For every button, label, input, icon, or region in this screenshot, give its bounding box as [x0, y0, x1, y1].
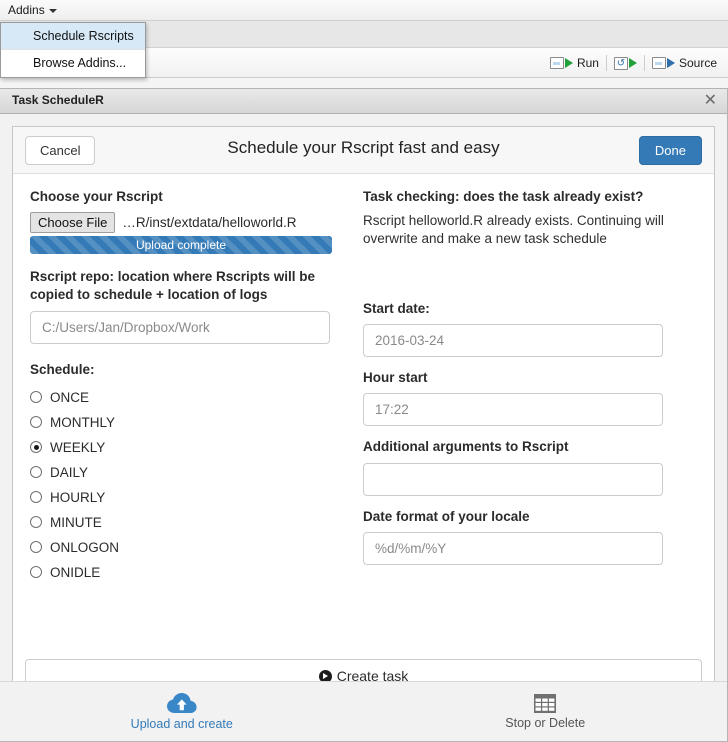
schedule-radio-group: ONCE MONTHLY WEEKLY DAILY HOURLY MINUTE … — [30, 385, 353, 585]
additional-args-field: Additional arguments to Rscript — [363, 438, 705, 496]
ide-editor-toolbar: Run ↺ Source — [543, 48, 724, 78]
radio-option-weekly[interactable]: WEEKLY — [30, 435, 353, 460]
addins-dropdown-menu: Schedule Rscripts Browse Addins... — [0, 22, 146, 78]
hour-start-field: Hour start 17:22 — [363, 369, 705, 427]
rerun-button[interactable]: ↺ — [607, 52, 644, 74]
hour-start-input[interactable]: 17:22 — [363, 393, 663, 427]
radio-option-onlogon[interactable]: ONLOGON — [30, 535, 353, 560]
green-arrow-icon — [564, 58, 573, 68]
radio-icon — [30, 391, 42, 404]
right-column: Task checking: does the task already exi… — [353, 188, 705, 585]
choose-rscript-label: Choose your Rscript — [30, 189, 163, 204]
task-checking-message: Rscript helloworld.R already exists. Con… — [363, 213, 664, 247]
page-title: Schedule your Rscript fast and easy — [227, 138, 500, 157]
upload-progress-label: Upload complete — [135, 238, 227, 253]
done-button[interactable]: Done — [638, 136, 702, 165]
radio-icon-selected — [30, 441, 42, 454]
selected-file-name: …R/inst/extdata/helloworld.R — [122, 215, 297, 231]
schedule-label: Schedule: — [30, 361, 95, 377]
start-date-field: Start date: 2016-03-24 — [363, 300, 705, 358]
task-scheduler-window: Task ScheduleR ✕ Cancel Schedule your Rs… — [0, 88, 728, 742]
run-button[interactable]: Run — [543, 52, 606, 74]
menu-item-schedule-rscripts[interactable]: Schedule Rscripts — [1, 23, 145, 50]
radio-label: WEEKLY — [50, 439, 106, 455]
window-title: Task ScheduleR — [12, 93, 104, 107]
choose-file-button[interactable]: Choose File — [30, 212, 116, 234]
radio-option-once[interactable]: ONCE — [30, 385, 353, 410]
cloud-upload-icon — [166, 692, 197, 714]
radio-option-onidle[interactable]: ONIDLE — [30, 560, 353, 585]
file-input[interactable]: Choose File …R/inst/extdata/helloworld.R — [30, 212, 353, 234]
radio-option-monthly[interactable]: MONTHLY — [30, 410, 353, 435]
radio-label: ONCE — [50, 389, 90, 405]
left-column: Choose your Rscript Choose File …R/inst/… — [13, 188, 353, 585]
tab-label: Stop or Delete — [505, 715, 586, 730]
radio-label: MONTHLY — [50, 414, 116, 430]
green-arrow-icon — [628, 58, 637, 68]
blue-arrow-icon — [666, 58, 675, 68]
radio-label: ONIDLE — [50, 564, 101, 580]
radio-icon — [30, 566, 42, 579]
radio-icon — [30, 541, 42, 554]
hour-start-label: Hour start — [363, 370, 428, 386]
task-checking-title: Task checking: does the task already exi… — [363, 189, 644, 204]
additional-args-label: Additional arguments to Rscript — [363, 439, 569, 455]
table-grid-icon — [534, 693, 557, 713]
date-format-input[interactable]: %d/%m/%Y — [363, 531, 663, 565]
source-button-label: Source — [678, 56, 717, 70]
start-date-input[interactable]: 2016-03-24 — [363, 324, 663, 358]
radio-icon — [30, 491, 42, 504]
menu-item-label: Browse Addins... — [33, 56, 127, 70]
source-icon — [651, 57, 666, 69]
ide-menubar: Addins — [0, 0, 728, 21]
gadget-body: Cancel Schedule your Rscript fast and ea… — [0, 114, 727, 706]
tab-label: Upload and create — [130, 716, 233, 731]
radio-option-minute[interactable]: MINUTE — [30, 510, 353, 535]
rscript-repo-label: Rscript repo: location where Rscripts wi… — [30, 269, 316, 303]
radio-label: HOURLY — [50, 489, 106, 505]
source-button[interactable]: Source — [645, 52, 724, 74]
tab-stop-or-delete[interactable]: Stop or Delete — [364, 682, 728, 741]
radio-label: ONLOGON — [50, 539, 120, 555]
upload-progress-bar: Upload complete — [30, 236, 332, 255]
run-button-label: Run — [576, 56, 599, 70]
tab-upload-and-create[interactable]: Upload and create — [0, 682, 364, 741]
gadget-tabbar: Upload and create Stop or Delete — [0, 681, 727, 741]
close-icon[interactable]: ✕ — [704, 91, 717, 111]
gadget-card: Cancel Schedule your Rscript fast and ea… — [12, 126, 715, 706]
gadget-header: Cancel Schedule your Rscript fast and ea… — [13, 127, 714, 174]
radio-icon — [30, 516, 42, 529]
rerun-icon: ↺ — [613, 56, 628, 70]
radio-option-daily[interactable]: DAILY — [30, 460, 353, 485]
run-icon — [549, 57, 564, 69]
rscript-repo-input[interactable]: C:/Users/Jan/Dropbox/Work — [30, 310, 330, 344]
menu-item-browse-addins[interactable]: Browse Addins... — [1, 50, 145, 77]
radio-label: MINUTE — [50, 514, 102, 530]
start-date-label: Start date: — [363, 300, 430, 316]
radio-option-hourly[interactable]: HOURLY — [30, 485, 353, 510]
radio-icon — [30, 416, 42, 429]
date-format-field: Date format of your locale %d/%m/%Y — [363, 508, 705, 565]
date-format-label: Date format of your locale — [363, 508, 530, 524]
additional-args-input[interactable] — [363, 462, 663, 496]
menu-item-label: Schedule Rscripts — [33, 29, 134, 43]
gadget-titlebar: Task ScheduleR ✕ — [0, 89, 727, 114]
chevron-down-icon[interactable] — [49, 9, 57, 13]
addins-menu-label[interactable]: Addins — [8, 3, 45, 17]
form-columns: Choose your Rscript Choose File …R/inst/… — [13, 174, 714, 585]
radio-icon — [30, 466, 42, 479]
radio-label: DAILY — [50, 464, 89, 480]
